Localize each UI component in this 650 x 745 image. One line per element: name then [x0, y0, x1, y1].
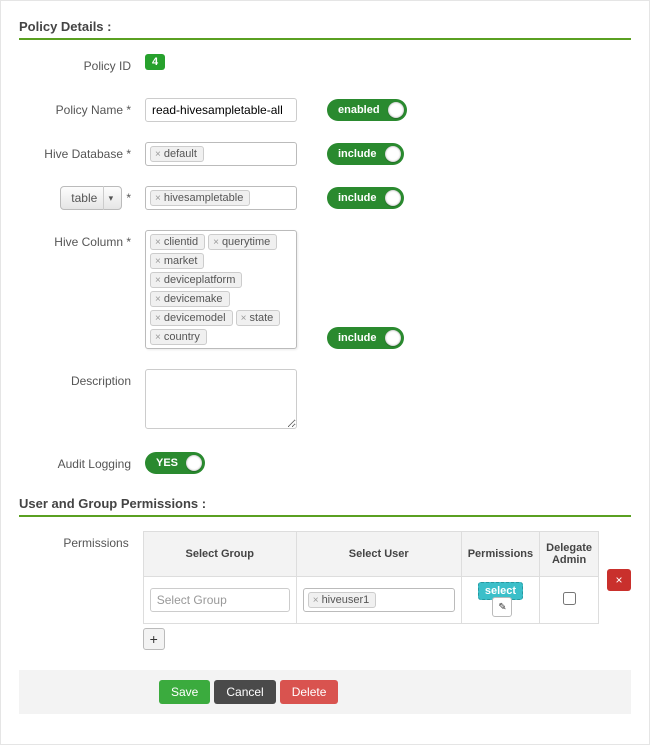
close-icon[interactable]: × — [155, 256, 161, 267]
col-select-group: Select Group — [143, 532, 296, 577]
delete-button[interactable]: Delete — [280, 680, 339, 704]
close-icon[interactable]: × — [155, 332, 161, 343]
toggle-knob-icon — [385, 330, 401, 346]
tag-hiveuser1[interactable]: ×hiveuser1 — [308, 592, 377, 608]
close-icon[interactable]: × — [213, 237, 219, 248]
table-tagbox[interactable]: ×hivesampletable — [145, 186, 297, 210]
toggle-knob-icon — [388, 102, 404, 118]
row-hive-column: Hive Column * ×clientid ×querytime ×mark… — [19, 230, 631, 349]
row-description: Description — [19, 369, 631, 432]
close-icon[interactable]: × — [155, 237, 161, 248]
tag-hivesampletable[interactable]: ×hivesampletable — [150, 190, 250, 206]
toggle-knob-icon — [186, 455, 202, 471]
cancel-button[interactable]: Cancel — [214, 680, 275, 704]
table-type-select[interactable]: table ▾ — [60, 186, 122, 210]
label-description: Description — [19, 369, 145, 393]
close-icon[interactable]: × — [155, 275, 161, 286]
include-toggle-column[interactable]: include — [327, 327, 404, 349]
label-permissions: Permissions — [19, 531, 143, 555]
label-hive-column: Hive Column * — [19, 230, 145, 254]
toggle-knob-icon — [385, 190, 401, 206]
col-select-user: Select User — [296, 532, 461, 577]
close-icon[interactable]: × — [241, 313, 247, 324]
close-icon[interactable]: × — [155, 294, 161, 305]
close-icon[interactable]: × — [155, 313, 161, 324]
policy-details-header: Policy Details : — [19, 19, 631, 40]
user-group-perms-header: User and Group Permissions : — [19, 496, 631, 517]
save-button[interactable]: Save — [159, 680, 210, 704]
table-row: ×hiveuser1 select ✎ — [143, 577, 598, 624]
close-icon[interactable]: × — [155, 193, 161, 204]
policy-name-input[interactable] — [145, 98, 297, 122]
tag-market[interactable]: ×market — [150, 253, 204, 269]
row-audit-logging: Audit Logging YES — [19, 452, 631, 476]
tag-state[interactable]: ×state — [236, 310, 281, 326]
toggle-knob-icon — [385, 146, 401, 162]
tag-country[interactable]: ×country — [150, 329, 207, 345]
description-textarea[interactable] — [145, 369, 297, 429]
tag-clientid[interactable]: ×clientid — [150, 234, 205, 250]
label-policy-id: Policy ID — [19, 54, 145, 78]
close-icon[interactable]: × — [313, 595, 319, 606]
include-toggle-table[interactable]: include — [327, 187, 404, 209]
enabled-toggle[interactable]: enabled — [327, 99, 407, 121]
tag-deviceplatform[interactable]: ×deviceplatform — [150, 272, 242, 288]
delegate-admin-checkbox[interactable] — [563, 592, 576, 605]
row-policy-id: Policy ID 4 — [19, 54, 631, 78]
hive-database-tagbox[interactable]: ×default — [145, 142, 297, 166]
enabled-toggle-label: enabled — [330, 104, 388, 116]
tag-querytime[interactable]: ×querytime — [208, 234, 277, 250]
hive-column-tagbox[interactable]: ×clientid ×querytime ×market ×deviceplat… — [145, 230, 297, 349]
edit-permission-button[interactable]: ✎ — [492, 597, 512, 617]
tag-devicemake[interactable]: ×devicemake — [150, 291, 230, 307]
row-policy-name: Policy Name * enabled — [19, 98, 631, 122]
close-icon[interactable]: × — [155, 149, 161, 160]
label-policy-name: Policy Name * — [19, 98, 145, 122]
action-bar: Save Cancel Delete — [19, 670, 631, 714]
chevron-down-icon: ▾ — [103, 186, 117, 210]
policy-id-badge: 4 — [145, 54, 165, 70]
row-table: table ▾ * ×hivesampletable include — [19, 186, 631, 210]
select-user-tagbox[interactable]: ×hiveuser1 — [303, 588, 455, 612]
select-group-input[interactable] — [150, 588, 290, 612]
delete-row-button[interactable]: × — [607, 569, 631, 591]
col-permissions: Permissions — [461, 532, 539, 577]
asterisk: * — [126, 186, 131, 210]
label-audit-logging: Audit Logging — [19, 452, 145, 476]
tag-devicemodel[interactable]: ×devicemodel — [150, 310, 233, 326]
include-toggle-database[interactable]: include — [327, 143, 404, 165]
row-hive-database: Hive Database * ×default include — [19, 142, 631, 166]
label-hive-database: Hive Database * — [19, 142, 145, 166]
audit-logging-toggle[interactable]: YES — [145, 452, 205, 474]
tag-default[interactable]: ×default — [150, 146, 204, 162]
permissions-table: Select Group Select User Permissions Del… — [143, 531, 599, 624]
col-delegate-admin: Delegate Admin — [540, 532, 599, 577]
